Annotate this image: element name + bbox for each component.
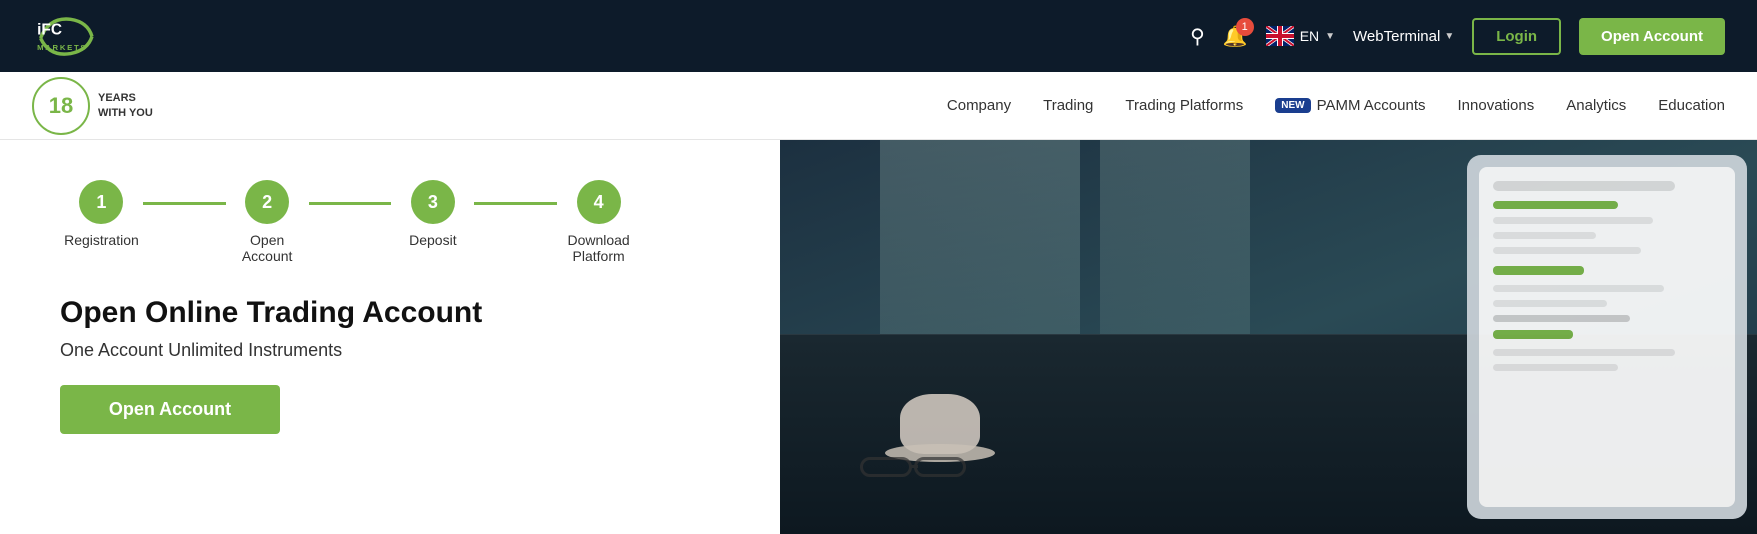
years-number: 18 xyxy=(49,95,73,117)
nav-education[interactable]: Education xyxy=(1658,97,1725,114)
nav-trading-platforms[interactable]: Trading Platforms xyxy=(1125,97,1243,114)
nav-innovations[interactable]: Innovations xyxy=(1458,97,1535,114)
login-button[interactable]: Login xyxy=(1472,18,1561,55)
step-4-label: Download Platform xyxy=(557,232,640,264)
hero-title: Open Online Trading Account xyxy=(60,296,720,330)
nav-pamm-accounts[interactable]: PAMM Accounts xyxy=(1317,97,1426,114)
years-circle: 18 xyxy=(32,77,90,135)
open-account-main-button[interactable]: Open Account xyxy=(60,385,280,434)
web-terminal-button[interactable]: WebTerminal ▼ xyxy=(1353,28,1454,45)
nav-bar: 18 YEARS WITH YOU Company Trading Tradin… xyxy=(0,72,1757,140)
steps-row: 1 Registration 2 Open Account 3 Deposit … xyxy=(60,180,640,264)
nav-pamm-area[interactable]: NEW PAMM Accounts xyxy=(1275,97,1425,114)
logo-area: iFC MARKETS xyxy=(32,11,152,61)
step-1-circle: 1 xyxy=(79,180,123,224)
search-button[interactable]: ⚲ xyxy=(1190,24,1205,49)
step-connector-1 xyxy=(143,202,226,205)
step-1-label: Registration xyxy=(64,232,139,248)
years-label: YEARS WITH YOU xyxy=(98,91,153,120)
step-4-circle: 4 xyxy=(577,180,621,224)
flag-uk-icon xyxy=(1266,26,1294,46)
logo: iFC MARKETS xyxy=(32,11,152,61)
hero-image xyxy=(780,140,1757,534)
lang-label: EN xyxy=(1300,28,1319,44)
step-1: 1 Registration xyxy=(60,180,143,248)
web-terminal-label: WebTerminal xyxy=(1353,28,1440,45)
step-connector-2 xyxy=(309,202,392,205)
svg-text:MARKETS: MARKETS xyxy=(37,43,87,52)
left-panel: 1 Registration 2 Open Account 3 Deposit … xyxy=(0,140,780,534)
nav-analytics[interactable]: Analytics xyxy=(1566,97,1626,114)
right-panel xyxy=(780,140,1757,534)
nav-trading[interactable]: Trading xyxy=(1043,97,1093,114)
chevron-down-icon: ▼ xyxy=(1325,31,1335,42)
nav-company[interactable]: Company xyxy=(947,97,1011,114)
top-bar: iFC MARKETS ⚲ 🔔 1 EN xyxy=(0,0,1757,72)
main-nav: Company Trading Trading Platforms NEW PA… xyxy=(947,97,1725,114)
chevron-down-icon: ▼ xyxy=(1444,31,1454,42)
step-4: 4 Download Platform xyxy=(557,180,640,264)
language-selector[interactable]: EN ▼ xyxy=(1266,26,1335,46)
search-icon: ⚲ xyxy=(1190,26,1205,48)
step-3: 3 Deposit xyxy=(391,180,474,248)
step-3-label: Deposit xyxy=(409,232,456,248)
step-2: 2 Open Account xyxy=(226,180,309,264)
new-badge: NEW xyxy=(1275,98,1310,113)
notifications-bell[interactable]: 🔔 1 xyxy=(1223,24,1248,49)
step-2-circle: 2 xyxy=(245,180,289,224)
bell-badge: 1 xyxy=(1236,18,1254,36)
step-2-label: Open Account xyxy=(226,232,309,264)
step-3-circle: 3 xyxy=(411,180,455,224)
years-badge: 18 YEARS WITH YOU xyxy=(32,77,153,135)
step-connector-3 xyxy=(474,202,557,205)
svg-text:iFC: iFC xyxy=(37,22,62,39)
main-content: 1 Registration 2 Open Account 3 Deposit … xyxy=(0,140,1757,534)
open-account-top-button[interactable]: Open Account xyxy=(1579,18,1725,55)
hero-subtitle: One Account Unlimited Instruments xyxy=(60,340,720,361)
top-bar-right: ⚲ 🔔 1 EN ▼ WebTerminal ▼ xyxy=(1190,18,1725,55)
